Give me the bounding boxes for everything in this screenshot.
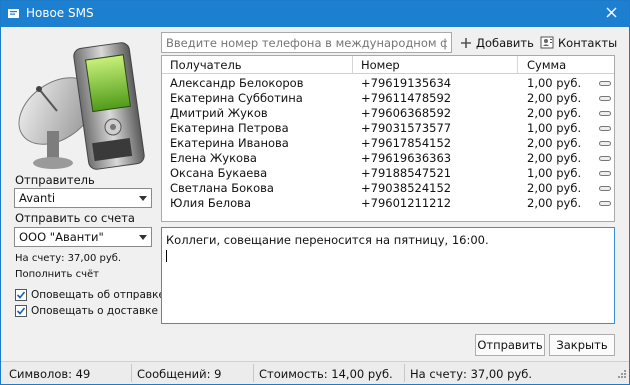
column-header-sum[interactable]: Сумма [527,58,566,72]
recipient-sum: 1,00 руб. [527,76,582,90]
new-sms-window: Новое SMS Отправитель Avanti Отправить с… [0,0,630,385]
table-row[interactable]: Дмитрий Жуков +79606368592 2,00 руб. [162,106,614,121]
chevron-down-icon [139,235,147,240]
notify-send-checkbox[interactable] [15,289,27,301]
add-label: Добавить [476,35,534,50]
sender-value: Avanti [19,191,56,205]
title-bar: Новое SMS [1,1,629,27]
recipient-sum: 2,00 руб. [527,151,582,165]
status-balance: На счету: 37,00 руб. [410,367,533,381]
sender-label: Отправитель [15,173,95,187]
close-icon [605,7,617,21]
notify-delivery-label: Оповещать о доставке [31,305,158,317]
send-button[interactable]: Отправить [475,334,545,356]
recipient-number: +79606368592 [361,106,452,120]
text-caret [166,250,167,262]
remove-recipient-icon[interactable] [599,126,611,131]
recipient-name: Светлана Бокова [170,181,274,195]
remove-recipient-icon[interactable] [599,81,611,86]
account-label: Отправить со счета [15,211,135,225]
notify-delivery-option[interactable]: Оповещать о доставке [15,305,158,317]
remove-recipient-icon[interactable] [599,171,611,176]
sms-app-icon [7,7,20,20]
notify-send-option[interactable]: Оповещать об отправке [15,289,165,301]
account-value: ООО "Аванти" [19,230,104,244]
recipient-sum: 2,00 руб. [527,196,582,210]
table-row[interactable]: Оксана Букаева +79188547521 1,00 руб. [162,166,614,181]
recipient-number: +79617854152 [361,136,452,150]
remove-recipient-icon[interactable] [599,156,611,161]
recipient-number: +79038524152 [361,181,452,195]
close-window-button[interactable] [593,1,629,27]
status-divider [253,364,254,382]
column-divider[interactable] [352,56,353,74]
recipient-sum: 2,00 руб. [527,91,582,105]
recipient-number: +79619135634 [361,76,452,90]
recipient-number: +79031573577 [361,121,452,135]
chevron-down-icon [139,196,147,201]
remove-recipient-icon[interactable] [599,186,611,191]
status-divider [404,364,405,382]
recipient-name: Екатерина Субботина [170,91,303,105]
address-book-icon [540,36,554,49]
recipient-sum: 2,00 руб. [527,181,582,195]
contacts-button[interactable]: Контакты [540,32,617,53]
remove-recipient-icon[interactable] [599,141,611,146]
recipient-number: +79601211212 [361,196,452,210]
message-text: Коллеги, совещание переносится на пятниц… [166,233,489,247]
recipient-number: +79188547521 [361,166,452,180]
recipient-name: Екатерина Петрова [170,121,289,135]
table-header: Получатель Номер Сумма [162,56,614,74]
table-row[interactable]: Юлия Белова +79601211212 2,00 руб. [162,196,614,211]
phone-number-input[interactable] [161,32,452,53]
table-row[interactable]: Екатерина Иванова +79617854152 2,00 руб. [162,136,614,151]
balance-text: На счету: 37,00 руб. [15,253,122,264]
remove-recipient-icon[interactable] [599,111,611,116]
status-cost: Стоимость: 14,00 руб. [259,367,393,381]
sender-select[interactable]: Avanti [14,188,152,208]
status-divider [131,364,132,382]
column-divider[interactable] [517,56,518,74]
notify-send-label: Оповещать об отправке [31,289,165,301]
table-row[interactable]: Светлана Бокова +79038524152 2,00 руб. [162,181,614,196]
contacts-label: Контакты [558,35,618,50]
recipient-sum: 1,00 руб. [527,121,582,135]
recipient-name: Екатерина Иванова [170,136,289,150]
add-recipient-button[interactable]: Добавить [460,32,534,53]
recipient-name: Александр Белокоров [170,76,304,90]
status-messages: Сообщений: 9 [137,367,222,381]
recipient-name: Дмитрий Жуков [170,106,268,120]
account-select[interactable]: ООО "Аванти" [14,227,152,247]
table-row[interactable]: Елена Жукова +79619636363 2,00 руб. [162,151,614,166]
close-button[interactable]: Закрыть [549,334,615,356]
notify-delivery-checkbox[interactable] [15,305,27,317]
resize-grip-icon[interactable] [617,369,627,382]
window-title: Новое SMS [26,6,94,20]
table-row[interactable]: Екатерина Петрова +79031573577 1,00 руб. [162,121,614,136]
plus-icon [460,37,472,49]
column-header-number[interactable]: Номер [361,58,400,72]
recipient-name: Юлия Белова [170,196,251,210]
recipient-name: Оксана Букаева [170,166,268,180]
table-row[interactable]: Александр Белокоров +79619135634 1,00 ру… [162,76,614,91]
recipient-sum: 2,00 руб. [527,136,582,150]
recipients-table: Получатель Номер Сумма Александр Белокор… [161,55,615,222]
recipient-name: Елена Жукова [170,151,257,165]
recipient-number: +79619636363 [361,151,452,165]
remove-recipient-icon[interactable] [599,201,611,206]
table-row[interactable]: Екатерина Субботина +79611478592 2,00 ру… [162,91,614,106]
message-textarea[interactable]: Коллеги, совещание переносится на пятниц… [161,227,615,324]
status-bar: Символов: 49 Сообщений: 9 Стоимость: 14,… [1,361,629,384]
recipient-number: +79611478592 [361,91,452,105]
phone-illustration [9,31,159,181]
remove-recipient-icon[interactable] [599,96,611,101]
recipient-sum: 1,00 руб. [527,166,582,180]
recipient-sum: 2,00 руб. [527,106,582,120]
column-header-recipient[interactable]: Получатель [170,58,242,72]
status-symbols: Символов: 49 [9,367,91,381]
topup-link[interactable]: Пополнить счёт [15,269,99,280]
